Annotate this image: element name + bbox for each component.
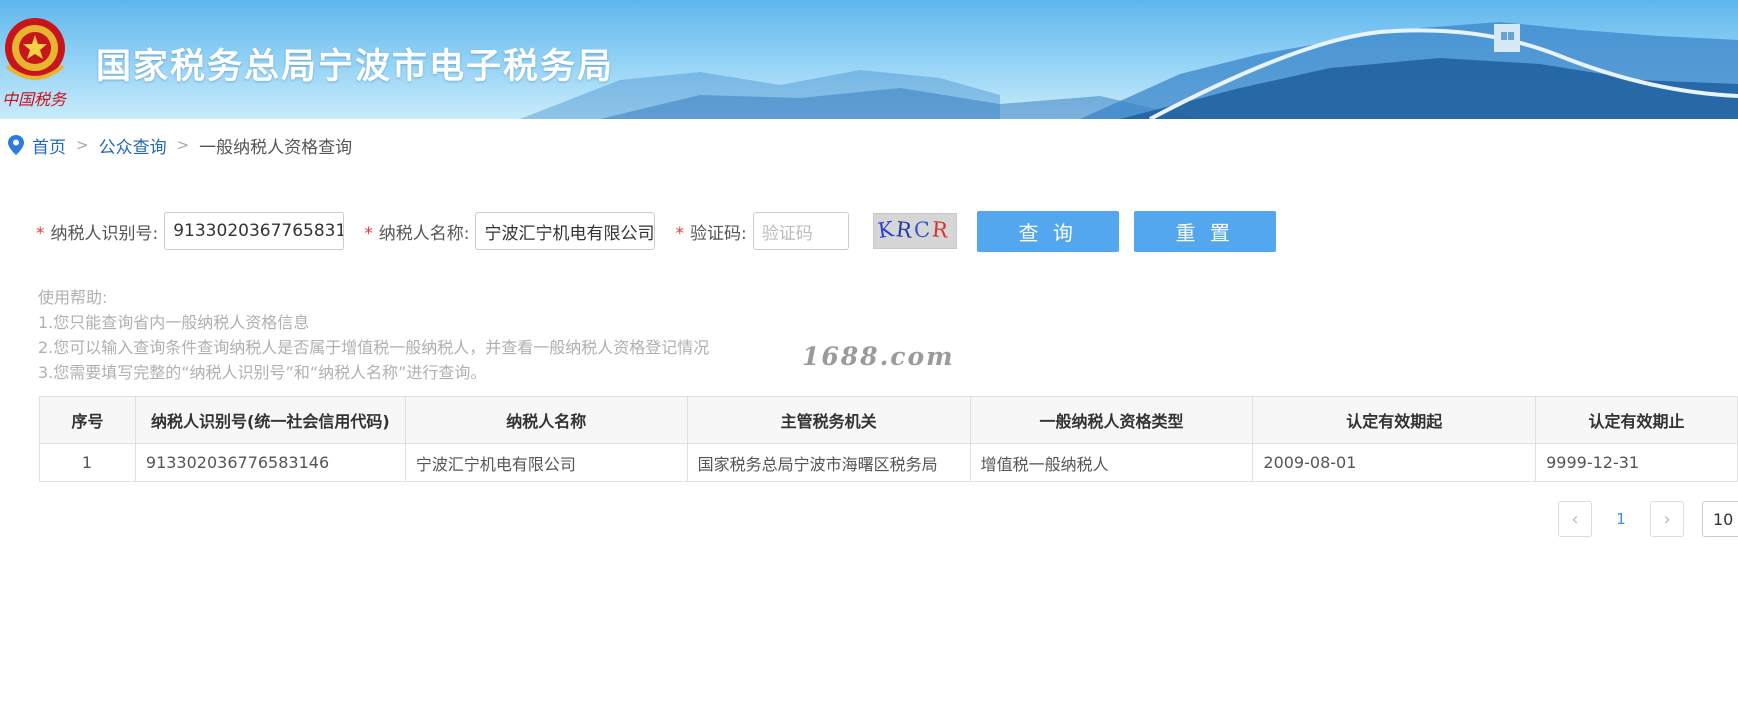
captcha-label: 验证码:: [689, 223, 747, 244]
cell-taxpayer-name: 宁波汇宁机电有限公司: [404, 443, 688, 482]
pagination: ‹ 1 › 10: [1558, 501, 1738, 537]
breadcrumb-public-query-link[interactable]: 公众查询: [99, 133, 167, 158]
breadcrumb-current: 一般纳税人资格查询: [199, 137, 353, 158]
taxpayer-name-input[interactable]: 宁波汇宁机电有限公司: [475, 212, 656, 250]
reset-button[interactable]: 重 置: [1133, 210, 1276, 252]
site-title: 国家税务总局宁波市电子税务局: [96, 47, 615, 87]
required-mark: *: [675, 224, 684, 244]
column-header-index: 序号: [39, 396, 136, 444]
required-mark: *: [364, 224, 373, 244]
taxpayer-name-label: 纳税人名称:: [378, 223, 470, 244]
cell-taxpayer-id: 913302036776583146: [134, 443, 406, 482]
captcha-char: R: [930, 217, 949, 243]
breadcrumb: 首页 > 公众查询 > 一般纳税人资格查询: [8, 133, 353, 158]
header-banner: 中国税务 国家税务总局宁波市电子税务局: [0, 0, 1738, 119]
cell-tax-authority: 国家税务总局宁波市海曙区税务局: [686, 443, 971, 482]
column-header-taxpayer-name: 纳税人名称: [404, 396, 688, 444]
help-line: 1.您只能查询省内一般纳税人资格信息: [38, 313, 310, 332]
cell-valid-to: 9999-12-31: [1535, 443, 1738, 482]
next-page-button[interactable]: ›: [1650, 501, 1684, 537]
breadcrumb-separator: >: [176, 136, 190, 154]
location-pin-icon: [8, 135, 24, 155]
captcha-image[interactable]: K R C R: [872, 213, 957, 249]
usage-help: 使用帮助: 1.您只能查询省内一般纳税人资格信息 2.您可以输入查询条件查询纳税…: [38, 285, 709, 385]
results-table: 序号 纳税人识别号(统一社会信用代码) 纳税人名称 主管税务机关 一般纳税人资格…: [39, 396, 1738, 482]
prev-page-button[interactable]: ‹: [1558, 501, 1592, 537]
query-form: * 纳税人识别号: 913302036776583146 * 纳税人名称: 宁波…: [36, 210, 1276, 252]
column-header-valid-to: 认定有效期止: [1535, 396, 1738, 444]
taxpayer-id-input[interactable]: 913302036776583146: [164, 212, 345, 250]
captcha-char: R: [894, 217, 913, 243]
column-header-tax-authority: 主管税务机关: [686, 396, 971, 444]
cell-qualification-type: 增值税一般纳税人: [969, 443, 1254, 482]
breadcrumb-home-link[interactable]: 首页: [32, 133, 66, 158]
cell-valid-from: 2009-08-01: [1252, 443, 1537, 482]
captcha-input[interactable]: 验证码: [752, 212, 849, 250]
captcha-char: C: [912, 217, 931, 243]
column-header-valid-from: 认定有效期起: [1252, 396, 1537, 444]
watermark: 1688.com: [802, 342, 955, 371]
breadcrumb-separator: >: [76, 136, 89, 154]
taxpayer-id-label: 纳税人识别号:: [50, 223, 159, 244]
cell-index: 1: [39, 443, 136, 482]
help-line: 3.您需要填写完整的“纳税人识别号”和“纳税人名称”进行查询。: [38, 363, 487, 382]
query-button[interactable]: 查 询: [976, 210, 1119, 252]
emblem-caption: 中国税务: [2, 90, 67, 109]
table-row: 1 913302036776583146 宁波汇宁机电有限公司 国家税务总局宁波…: [39, 443, 1738, 482]
column-header-taxpayer-id: 纳税人识别号(统一社会信用代码): [134, 396, 406, 444]
help-title: 使用帮助:: [38, 288, 108, 307]
column-header-qualification-type: 一般纳税人资格类型: [969, 396, 1254, 444]
current-page-number[interactable]: 1: [1592, 510, 1650, 528]
captcha-char: K: [876, 217, 895, 243]
page-size-select[interactable]: 10: [1702, 501, 1738, 537]
table-header-row: 序号 纳税人识别号(统一社会信用代码) 纳税人名称 主管税务机关 一般纳税人资格…: [39, 396, 1738, 444]
required-mark: *: [36, 224, 45, 244]
help-line: 2.您可以输入查询条件查询纳税人是否属于增值税一般纳税人，并查看一般纳税人资格登…: [38, 338, 710, 357]
